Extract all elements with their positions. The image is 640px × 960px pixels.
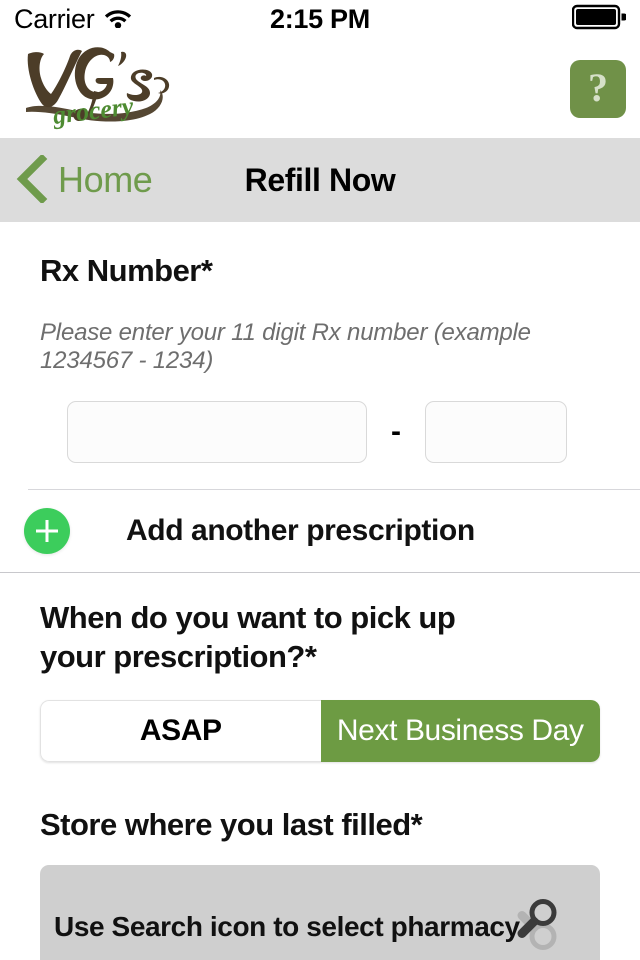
add-prescription-label: Add another prescription (126, 513, 475, 547)
navigation-bar: Home Refill Now (0, 138, 640, 222)
pickup-option-asap[interactable]: ASAP (40, 700, 321, 763)
form-content: Rx Number* Please enter your 11 digit Rx… (0, 222, 640, 960)
help-button-label: ? (588, 64, 608, 110)
help-button[interactable]: ? (570, 60, 626, 118)
vgs-grocery-logo: grocery (14, 34, 174, 130)
pickup-section: When do you want to pick up your prescri… (0, 599, 640, 677)
rx-number-separator: - (391, 414, 401, 448)
add-prescription-row[interactable]: Add another prescription (0, 490, 640, 572)
status-bar-left: Carrier (14, 4, 133, 35)
svg-text:grocery: grocery (50, 91, 135, 130)
plus-circle-icon[interactable] (24, 507, 70, 554)
rx-number-primary-input[interactable] (67, 400, 367, 463)
back-button-label: Home (58, 159, 153, 200)
rx-helper-text: Please enter your 11 digit Rx number (ex… (40, 318, 531, 374)
status-bar: Carrier 2:15 PM (0, 0, 640, 38)
store-section: Store where you last filled* (0, 806, 640, 845)
status-bar-right (571, 4, 628, 35)
wifi-icon (103, 6, 133, 33)
store-heading: Store where you last filled* (40, 807, 423, 843)
rx-number-secondary-input[interactable] (425, 400, 567, 463)
search-icon[interactable] (514, 897, 562, 958)
pharmacy-placeholder-text: Use Search icon to select pharmacy (54, 911, 520, 942)
pharmacy-selector[interactable]: Use Search icon to select pharmacy (40, 865, 600, 960)
pickup-option-next-business-day[interactable]: Next Business Day (320, 700, 600, 763)
app-header: grocery ? (0, 38, 640, 138)
rx-number-input-row: - (0, 400, 640, 463)
battery-full-icon (571, 4, 628, 35)
app-screen: Carrier 2:15 PM grocery ? Home Refill No… (0, 0, 640, 960)
chevron-left-icon (14, 153, 48, 206)
carrier-label: Carrier (14, 3, 95, 34)
rx-number-heading: Rx Number* (40, 253, 213, 288)
rx-number-section: Rx Number* (0, 252, 640, 291)
rx-helper-wrap: Please enter your 11 digit Rx number (ex… (0, 319, 640, 375)
pickup-time-segmented-control: ASAP Next Business Day (40, 700, 600, 763)
pickup-question: When do you want to pick up your prescri… (40, 599, 456, 674)
back-to-home-button[interactable]: Home (14, 153, 153, 206)
